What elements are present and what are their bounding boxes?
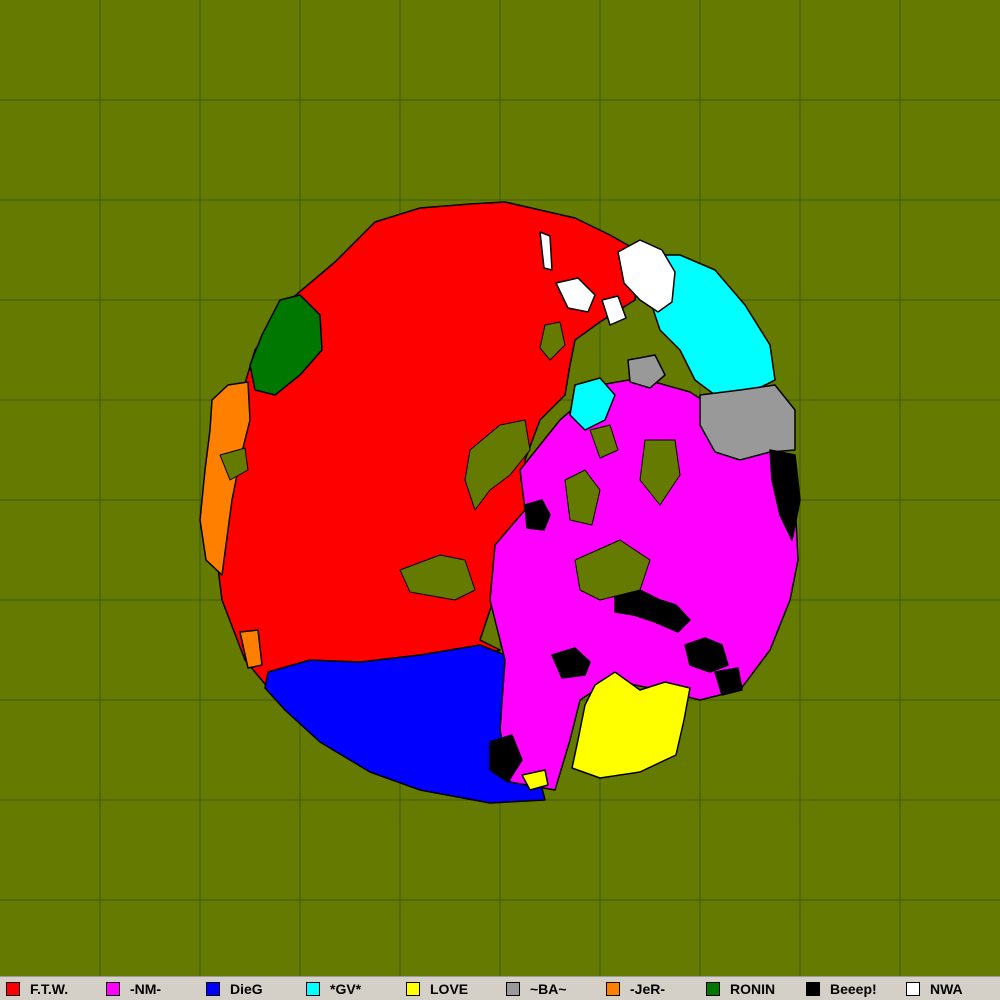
legend-item-dieg: DieG [206, 981, 263, 997]
legend-swatch-ba [506, 982, 520, 996]
legend-label-ba: ~BA~ [530, 981, 567, 997]
legend-swatch-ronin [706, 982, 720, 996]
legend-label-dieg: DieG [230, 981, 263, 997]
territory-map [0, 0, 1000, 976]
legend-label-ronin: RONIN [730, 981, 776, 997]
legend-swatch-love [406, 982, 420, 996]
legend-swatch-dieg [206, 982, 220, 996]
legend-label-gv: *GV* [330, 981, 362, 997]
legend-item-ronin: RONIN [706, 981, 775, 997]
legend-item-love: LOVE [406, 981, 468, 997]
legend-swatch-nm [106, 982, 120, 996]
legend-bar: F.T.W. -NM- DieG *GV* LOVE ~BA~ -JeR- RO… [0, 976, 1000, 1000]
legend-item-jer: -JeR- [606, 981, 665, 997]
legend-label-love: LOVE [430, 981, 469, 997]
legend-swatch-ftw [6, 982, 20, 996]
legend-label-jer: -JeR- [630, 981, 666, 997]
territory-ba [699, 384, 796, 461]
legend-swatch-gv [306, 982, 320, 996]
legend-item-gv: *GV* [306, 981, 361, 997]
legend-item-ba: ~BA~ [506, 981, 567, 997]
legend-item-nwa: NWA [906, 981, 963, 997]
legend-item-beeep: Beeep! [806, 981, 877, 997]
legend-label-nm: -NM- [130, 981, 162, 997]
legend-label-ftw: F.T.W. [30, 981, 69, 997]
legend-label-beeep: Beeep! [830, 981, 877, 997]
legend-label-nwa: NWA [930, 981, 963, 997]
legend-item-nm: -NM- [106, 981, 161, 997]
legend-swatch-nwa [906, 982, 920, 996]
legend-swatch-jer [606, 982, 620, 996]
legend-item-ftw: F.T.W. [6, 981, 68, 997]
legend-swatch-beeep [806, 982, 820, 996]
